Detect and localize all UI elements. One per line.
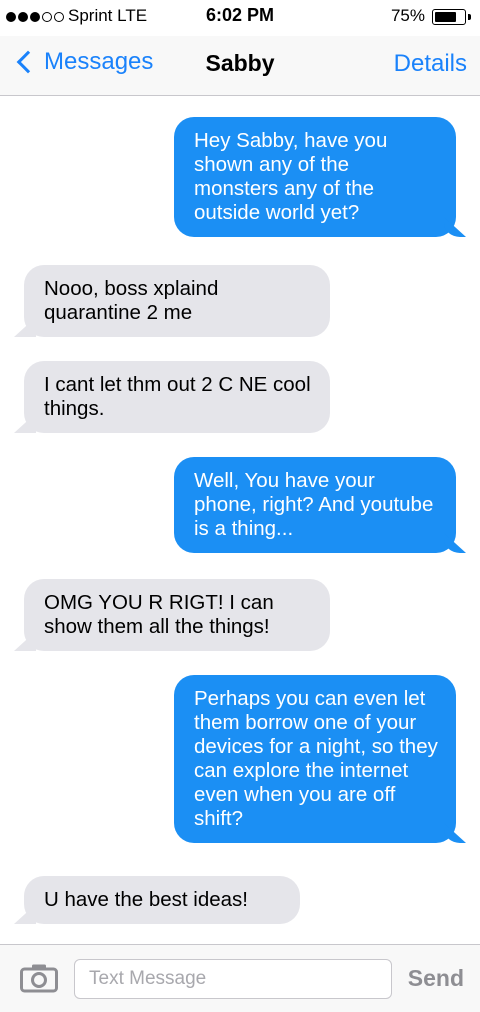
battery-cap [468,14,471,20]
message-thread[interactable]: Hey Sabby, have you shown any of the mon… [0,96,480,944]
send-button[interactable]: Send [408,965,464,992]
outgoing-message-bubble[interactable]: Hey Sabby, have you shown any of the mon… [174,117,456,237]
camera-icon[interactable] [20,963,58,993]
details-button[interactable]: Details [394,50,467,78]
navigation-bar: Messages Sabby Details [0,36,480,96]
battery-percentage: 75% [390,6,425,25]
incoming-message-bubble[interactable]: U have the best ideas! [24,876,300,924]
incoming-message-bubble[interactable]: OMG YOU R RIGT! I can show them all the … [24,579,330,651]
compose-bar: Send [0,944,480,1012]
outgoing-message-bubble[interactable]: Well, You have your phone, right? And yo… [174,457,456,553]
incoming-message-bubble[interactable]: Nooo, boss xplaind quarantine 2 me [24,265,330,337]
status-bar: Sprint LTE 6:02 PM 75% [0,0,480,36]
battery-icon [432,9,466,25]
incoming-message-bubble[interactable]: I cant let thm out 2 C NE cool things. [24,361,330,433]
battery-level [435,12,456,22]
outgoing-message-bubble[interactable]: Perhaps you can even let them borrow one… [174,675,456,843]
message-input[interactable] [74,959,392,999]
